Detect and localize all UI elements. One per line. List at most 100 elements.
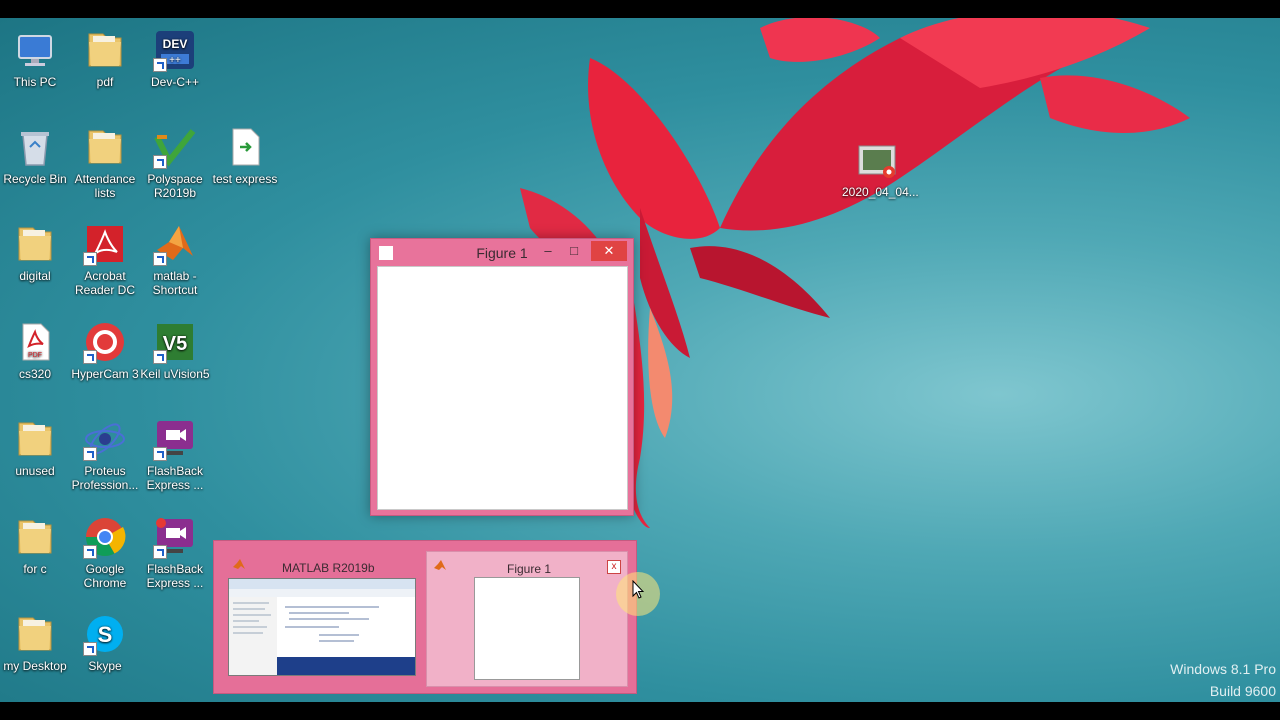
shortcut-arrow-icon <box>153 545 167 559</box>
desktop-icon[interactable]: FlashBack Express ... <box>140 515 210 590</box>
shortcut-arrow-icon <box>83 252 97 266</box>
desktop-icon-label: Polyspace R2019b <box>147 172 203 200</box>
folder-icon <box>13 417 57 461</box>
desktop-icon-label: 2020_04_04... <box>842 185 919 199</box>
desktop-icon[interactable]: Acrobat Reader DC <box>70 222 140 297</box>
file-icon <box>223 125 267 169</box>
desktop-icon-label: Skype <box>88 659 122 673</box>
desktop: This PC pdf DEV ++ Dev-C++ Recycle Bin Attenda… <box>0 18 1280 702</box>
chrome-icon <box>83 515 127 559</box>
matlab-icon <box>153 222 197 266</box>
folder-icon <box>83 125 127 169</box>
shortcut-arrow-icon <box>83 642 97 656</box>
close-button[interactable]: ✕ <box>591 241 627 261</box>
desktop-icon-label: for c <box>23 562 47 576</box>
desktop-icon-label: my Desktop <box>3 659 67 673</box>
matlab-icon <box>233 559 245 569</box>
folder-icon <box>13 515 57 559</box>
desktop-icon-label: matlab - Shortcut <box>152 269 198 297</box>
desktop-icon[interactable]: HyperCam 3 <box>70 320 140 381</box>
shortcut-arrow-icon <box>83 545 97 559</box>
desktop-icon-label: HyperCam 3 <box>71 367 139 381</box>
shortcut-arrow-icon <box>153 155 167 169</box>
acrobat-icon <box>83 222 127 266</box>
folder-icon <box>13 222 57 266</box>
desktop-icon[interactable]: Google Chrome <box>70 515 140 590</box>
thumbnail-matlab-title: MATLAB R2019b <box>282 561 375 575</box>
thumbnail-figure-title: Figure 1 <box>507 562 552 576</box>
maximize-button[interactable]: □ <box>561 241 587 261</box>
svg-text:++: ++ <box>169 55 181 66</box>
video-file-icon <box>855 138 899 182</box>
figure-window[interactable]: Figure 1 – □ ✕ <box>370 238 634 516</box>
desktop-icon[interactable]: Recycle Bin <box>0 125 70 186</box>
desktop-icon-label: unused <box>15 464 55 478</box>
svg-text:DEV: DEV <box>163 37 188 51</box>
keil-icon: V5 <box>153 320 197 364</box>
thumbnail-matlab-preview <box>228 578 416 676</box>
folder-icon <box>13 612 57 656</box>
polyspace-icon <box>153 125 197 169</box>
desktop-icon-label: cs320 <box>18 367 52 381</box>
devcpp-icon: DEV ++ <box>153 28 197 72</box>
mouse-cursor-icon <box>632 580 644 599</box>
flashback-icon <box>153 417 197 461</box>
desktop-icon[interactable]: V5 Keil uVision5 <box>140 320 210 381</box>
desktop-icon-label: Acrobat Reader DC <box>74 269 136 297</box>
desktop-icon[interactable]: pdf <box>70 28 140 89</box>
desktop-icon[interactable]: 2020_04_04... <box>842 138 919 199</box>
watermark-edition: Windows 8.1 Pro <box>1170 661 1276 677</box>
desktop-icon-label: pdf <box>96 75 114 89</box>
desktop-icon[interactable]: Attendance lists <box>70 125 140 200</box>
desktop-icon[interactable]: Proteus Profession... <box>70 417 140 492</box>
desktop-icon[interactable]: unused <box>0 417 70 478</box>
shortcut-arrow-icon <box>83 350 97 364</box>
desktop-icon[interactable]: This PC <box>0 28 70 89</box>
desktop-icon[interactable]: S Skype <box>70 612 140 673</box>
desktop-icon-label: Proteus Profession... <box>71 464 139 492</box>
desktop-icon[interactable]: my Desktop <box>0 612 70 673</box>
thumbnail-figure[interactable]: Figure 1 x <box>426 551 628 687</box>
desktop-icon[interactable]: DEV ++ Dev-C++ <box>140 28 210 89</box>
desktop-icon-label: Google Chrome <box>83 562 127 590</box>
desktop-icon[interactable]: FlashBack Express ... <box>140 417 210 492</box>
computer-icon <box>13 28 57 72</box>
desktop-icon[interactable]: Polyspace R2019b <box>140 125 210 200</box>
folder-icon <box>83 28 127 72</box>
shortcut-arrow-icon <box>153 58 167 72</box>
hypercam-icon <box>83 320 127 364</box>
desktop-icon-label: FlashBack Express ... <box>146 464 204 492</box>
desktop-icon-label: Keil uVision5 <box>140 367 210 381</box>
shortcut-arrow-icon <box>153 252 167 266</box>
skype-icon: S <box>83 612 127 656</box>
shortcut-arrow-icon <box>153 447 167 461</box>
desktop-icon-label: Dev-C++ <box>150 75 200 89</box>
desktop-icon[interactable]: PDF cs320 <box>0 320 70 381</box>
desktop-icon[interactable]: digital <box>0 222 70 283</box>
desktop-icon-label: Attendance lists <box>74 172 136 200</box>
desktop-icon-label: digital <box>19 269 51 283</box>
recycle-bin-icon <box>13 125 57 169</box>
desktop-icon-label: test express <box>212 172 278 186</box>
desktop-icon-label: Recycle Bin <box>3 172 67 186</box>
minimize-button[interactable]: – <box>535 241 561 261</box>
taskbar-thumbnail-popup: MATLAB R2019b Figure 1 x <box>213 540 637 694</box>
figure-titlebar[interactable]: Figure 1 – □ ✕ <box>371 239 633 265</box>
svg-text:S: S <box>98 622 113 647</box>
watermark-build: Build 9600 <box>1209 683 1276 699</box>
windows-watermark: Windows 8.1 Pro Build 9600 <box>1170 658 1276 702</box>
desktop-icon-label: This PC <box>13 75 57 89</box>
desktop-icon[interactable]: test express <box>210 125 280 186</box>
pdf-file-icon: PDF <box>13 320 57 364</box>
desktop-icon[interactable]: for c <box>0 515 70 576</box>
desktop-icon[interactable]: matlab - Shortcut <box>140 222 210 297</box>
shortcut-arrow-icon <box>83 447 97 461</box>
flashback-rec-icon <box>153 515 197 559</box>
shortcut-arrow-icon <box>153 350 167 364</box>
figure-canvas[interactable] <box>377 266 628 510</box>
proteus-icon <box>83 417 127 461</box>
desktop-icon-label: FlashBack Express ... <box>146 562 204 590</box>
svg-text:PDF: PDF <box>28 352 42 359</box>
thumbnail-matlab[interactable]: MATLAB R2019b <box>226 551 418 685</box>
thumbnail-close-button[interactable]: x <box>607 560 621 574</box>
